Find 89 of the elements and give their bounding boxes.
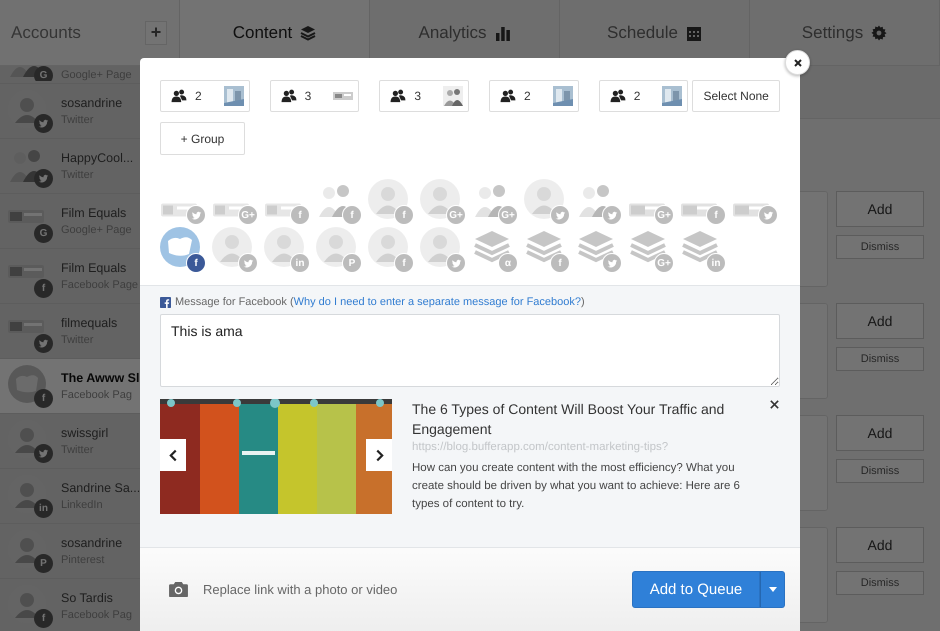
network-badge: f [394, 253, 414, 273]
account-name: So Tardis [61, 591, 114, 605]
previous-image-button[interactable] [160, 439, 186, 471]
people-icon [171, 89, 187, 103]
profile-avatar[interactable] [524, 179, 570, 225]
dismiss-button[interactable]: Dismiss [836, 459, 924, 483]
network-badge: G+ [238, 205, 258, 225]
add-button[interactable]: Add [836, 415, 924, 451]
network-badge: G+ [446, 205, 466, 225]
settings-icon [871, 24, 888, 40]
dismiss-button[interactable]: Dismiss [836, 235, 924, 259]
network-badge: G [34, 66, 53, 81]
add-to-queue-button[interactable]: Add to Queue [632, 571, 760, 608]
network-badge: f [290, 205, 310, 225]
chevron-left-icon [168, 448, 178, 462]
message-input[interactable]: This is ama [160, 314, 780, 387]
network-badge: f [550, 253, 570, 273]
profile-avatar[interactable] [212, 227, 258, 273]
add-group-button[interactable]: + Group [160, 122, 245, 155]
add-button[interactable]: Add [836, 191, 924, 227]
accounts-heading: Accounts [11, 22, 81, 42]
network-badge: G+ [654, 253, 674, 273]
bird-icon [190, 210, 202, 220]
people-icon [610, 89, 626, 103]
bird-icon [450, 258, 462, 268]
network-badge: P [34, 554, 53, 573]
bird-icon [606, 258, 618, 268]
bird-icon [242, 258, 254, 268]
bird-icon [606, 210, 618, 220]
network-badge: f [34, 609, 53, 628]
account-name: The Awww Sl [61, 371, 140, 385]
profile-group-toggle[interactable]: 2 [160, 80, 250, 112]
submit-options-button[interactable] [760, 571, 785, 608]
facebook-icon [160, 296, 171, 308]
network-badge: f [342, 205, 362, 225]
account-name: sosandrine [61, 96, 122, 110]
layers-icon [300, 24, 316, 40]
help-link[interactable]: Why do I need to enter a separate message for Facebook? [294, 296, 582, 308]
add-button[interactable]: Add [836, 303, 924, 339]
network-badge: P [342, 253, 362, 273]
dismiss-button[interactable]: Dismiss [836, 347, 924, 371]
close-icon [792, 58, 802, 68]
next-image-button[interactable] [366, 439, 392, 471]
profile-group-toggle[interactable]: 3 [270, 80, 360, 112]
network-badge: in [290, 253, 310, 273]
bar-chart-icon [494, 24, 511, 40]
profile-group-toggle[interactable]: 3 [379, 80, 470, 112]
dismiss-button[interactable]: Dismiss [836, 571, 924, 595]
account-name: HappyCool... [61, 151, 134, 165]
account-name: sosandrine [61, 536, 122, 550]
account-name: swissgirl [61, 426, 108, 440]
chevron-right-icon [374, 448, 384, 462]
people-icon [390, 89, 406, 103]
profile-avatar[interactable] [420, 227, 466, 273]
add-account-button[interactable]: + [145, 20, 167, 44]
network-badge: G+ [498, 205, 518, 225]
network-badge: in [34, 499, 53, 518]
profile-group-toggle[interactable]: 2 [598, 80, 688, 112]
bird-icon [762, 210, 774, 220]
people-icon [280, 89, 297, 103]
people-icon [500, 89, 516, 103]
select-none-button[interactable]: Select None [692, 80, 780, 112]
network-badge: α [498, 253, 518, 273]
bird-icon [38, 118, 49, 129]
account-name: filmequals [61, 316, 118, 330]
caret-icon [768, 587, 776, 592]
network-badge: f [706, 205, 726, 225]
network-badge: f [394, 205, 414, 225]
replace-link-option[interactable]: Replace link with a photo or video [203, 582, 398, 597]
network-badge: G [34, 224, 53, 243]
network-badge: f [34, 389, 53, 408]
account-name: Film Equals [61, 261, 128, 275]
account-name: Sandrine Sa... [61, 481, 140, 495]
bird-icon [38, 173, 49, 184]
link-title: The 6 Types of Content Will Boost Your Traffic and Engagement [412, 400, 726, 439]
link-description: How can you create content with the most efficiency? What you create should be driven by what you want to achieve: Here are 6 types of content to try. [412, 461, 741, 512]
add-button[interactable]: Add [836, 527, 924, 563]
close-icon[interactable] [769, 399, 780, 410]
network-badge: f [186, 253, 206, 273]
network-badge: in [706, 253, 726, 273]
account-name: Film Equals [61, 206, 128, 220]
profile-group-toggle[interactable]: 2 [489, 80, 579, 112]
camera-icon[interactable] [168, 581, 189, 598]
network-badge: f [34, 279, 53, 298]
bird-icon [38, 338, 49, 349]
network-badge: G+ [654, 205, 674, 225]
bird-icon [554, 210, 566, 220]
calendar-icon [686, 24, 702, 40]
bird-icon [38, 448, 49, 459]
